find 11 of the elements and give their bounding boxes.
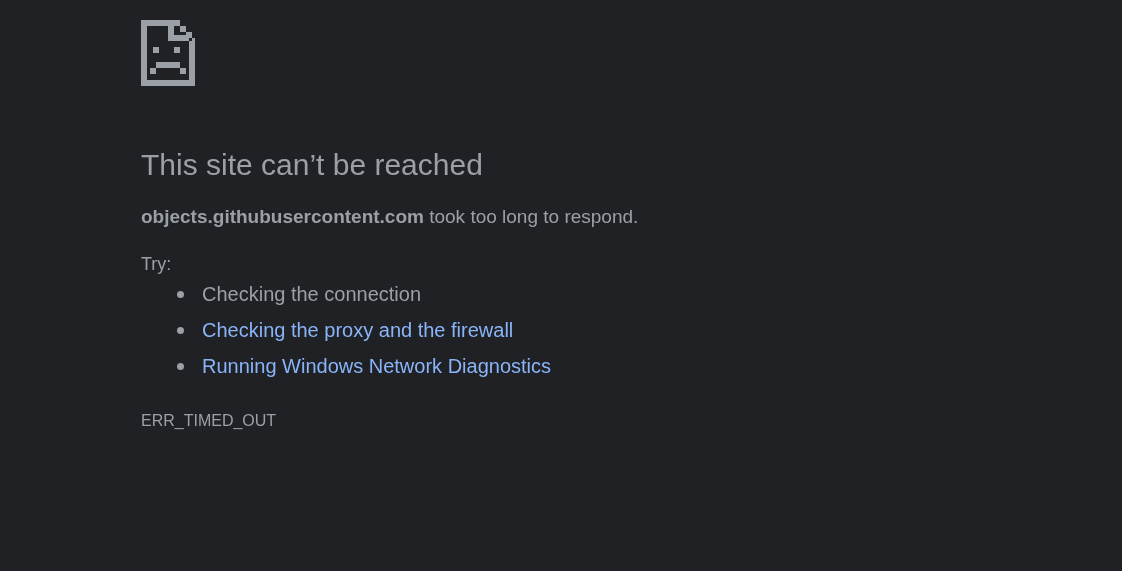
suggestion-link[interactable]: Checking the proxy and the firewall [202,318,514,342]
page-heading: This site can’t be reached [141,147,483,183]
error-message: objects.githubusercontent.com took too long to respond. [141,205,639,229]
bullet-icon [177,362,184,370]
bullet-icon [177,326,184,334]
bullet-icon [177,290,184,298]
suggestion-link[interactable]: Running Windows Network Diagnostics [202,354,552,378]
try-label: Try: [141,253,172,276]
suggestion-text: Checking the connection [202,282,422,306]
error-code: ERR_TIMED_OUT [141,411,277,431]
sad-document-icon [141,20,195,86]
